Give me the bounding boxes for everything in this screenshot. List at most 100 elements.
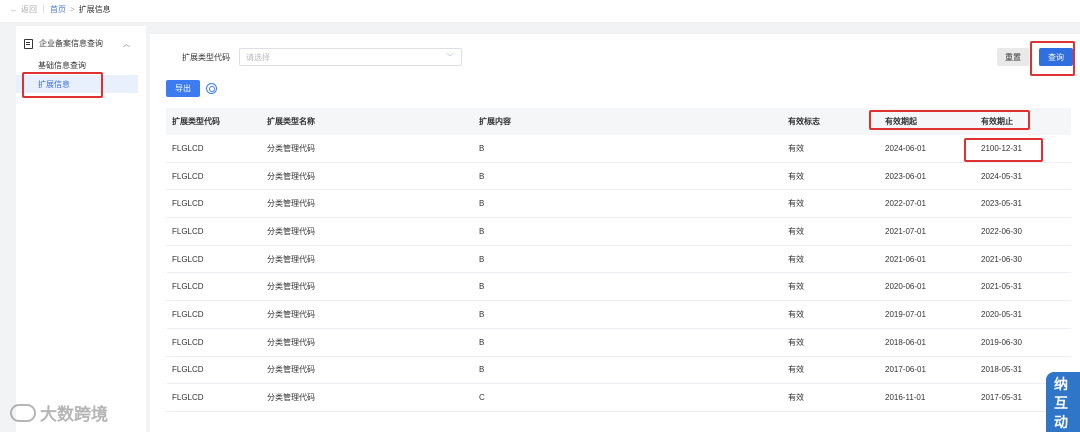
cell-valid-to: 2022-06-30 (981, 226, 1022, 236)
highlight-box (1030, 41, 1075, 76)
table-row: FLGLCD 分类管理代码 B 有效 2021-06-01 2021-06-30 (166, 246, 1071, 274)
table-row: FLGLCD 分类管理代码 B 有效 2023-06-01 2024-05-31 (166, 163, 1071, 191)
cell-content: B (479, 282, 485, 292)
main-panel: 扩展类型代码 请选择 ﹀ 重置 查询 导出 扩展类型代码 扩展类型名称 扩展内容… (150, 34, 1080, 432)
cell-type-name: 分类管理代码 (267, 282, 315, 292)
data-table: 扩展类型代码 扩展类型名称 扩展内容 有效标志 有效期起 有效期止 FLGLCD… (166, 108, 1071, 412)
cell-type-code: FLGLCD (172, 393, 204, 403)
chevron-down-icon: ﹀ (446, 53, 454, 62)
export-button[interactable]: 导出 (166, 80, 200, 97)
cell-content: B (479, 143, 485, 153)
header-type-code: 扩展类型代码 (172, 117, 220, 126)
highlight-box (964, 138, 1043, 162)
table-body: FLGLCD 分类管理代码 B 有效 2024-06-01 2100-12-31 FLGLC… (166, 135, 1071, 412)
filter-label: 扩展类型代码 (182, 53, 230, 62)
cell-valid-flag: 有效 (788, 171, 804, 181)
cell-valid-to: 2019-06-30 (981, 337, 1022, 347)
cell-valid-from: 2024-06-01 (885, 143, 926, 153)
cell-content: B (479, 226, 485, 236)
table-row: FLGLCD 分类管理代码 B 有效 2024-06-01 2100-12-31 (166, 135, 1071, 163)
table-row: FLGLCD 分类管理代码 B 有效 2017-06-01 2018-05-31 (166, 357, 1071, 385)
cell-type-code: FLGLCD (172, 226, 204, 236)
cell-content: B (479, 309, 485, 319)
cell-type-code: FLGLCD (172, 365, 204, 375)
cell-valid-flag: 有效 (788, 143, 804, 153)
menu-group-filing-query[interactable]: 企业备案信息查询 ︿ (24, 38, 130, 49)
settings-icon[interactable] (206, 83, 217, 94)
reset-button[interactable]: 重置 (997, 48, 1029, 66)
cell-valid-to: 2024-05-31 (981, 171, 1022, 181)
cell-valid-to: 2021-05-31 (981, 282, 1022, 292)
cell-type-name: 分类管理代码 (267, 254, 315, 264)
cell-valid-from: 2018-06-01 (885, 337, 926, 347)
corner-badge[interactable]: 纳互动 (1046, 372, 1080, 432)
cell-valid-flag: 有效 (788, 337, 804, 347)
cell-content: C (479, 393, 485, 403)
cell-type-code: FLGLCD (172, 282, 204, 292)
highlight-box (869, 110, 1030, 130)
cell-valid-from: 2021-07-01 (885, 226, 926, 236)
cell-valid-from: 2020-06-01 (885, 282, 926, 292)
cell-type-name: 分类管理代码 (267, 365, 315, 375)
watermark-logo-icon (10, 403, 36, 422)
cell-valid-from: 2016-11-01 (885, 393, 926, 403)
highlight-box (22, 72, 103, 98)
cell-valid-to: 2020-05-31 (981, 309, 1022, 319)
cell-valid-flag: 有效 (788, 365, 804, 375)
table-row: FLGLCD 分类管理代码 B 有效 2021-07-01 2022-06-30 (166, 218, 1071, 246)
cell-valid-from: 2019-07-01 (885, 309, 926, 319)
watermark-text: 大数跨境 (40, 405, 108, 424)
cell-type-name: 分类管理代码 (267, 226, 315, 236)
table-row: FLGLCD 分类管理代码 C 有效 2016-11-01 2017-05-31 (166, 384, 1071, 412)
cell-type-code: FLGLCD (172, 171, 204, 181)
cell-type-code: FLGLCD (172, 199, 204, 209)
table-row: FLGLCD 分类管理代码 B 有效 2022-07-01 2023-05-31 (166, 190, 1071, 219)
cell-content: B (479, 199, 485, 209)
breadcrumb-current: 扩展信息 (78, 4, 111, 14)
cell-valid-from: 2017-06-01 (885, 365, 926, 375)
table-row: FLGLCD 分类管理代码 B 有效 2020-06-01 2021-05-31 (166, 273, 1071, 302)
cell-content: B (479, 337, 485, 347)
cell-type-name: 分类管理代码 (267, 143, 315, 153)
cell-type-name: 分类管理代码 (267, 171, 315, 181)
cell-valid-flag: 有效 (788, 226, 804, 236)
document-icon (24, 38, 33, 49)
chevron-up-icon: ︿ (123, 40, 130, 48)
menu-group-label: 企业备案信息查询 (39, 39, 103, 48)
cell-valid-to: 2018-05-31 (981, 365, 1022, 375)
breadcrumb-home[interactable]: 首页 (50, 4, 66, 15)
cell-valid-flag: 有效 (788, 254, 804, 264)
extension-type-select[interactable]: 请选择 ﹀ (239, 48, 462, 66)
cell-type-code: FLGLCD (172, 254, 204, 264)
cell-content: B (479, 171, 485, 181)
back-label: 返回 (21, 4, 37, 14)
cell-content: B (479, 365, 485, 375)
cell-type-name: 分类管理代码 (267, 199, 315, 209)
table-row: FLGLCD 分类管理代码 B 有效 2019-07-01 2020-05-31 (166, 301, 1071, 329)
table-row: FLGLCD 分类管理代码 B 有效 2018-06-01 2019-06-30 (166, 329, 1071, 357)
cell-valid-from: 2021-06-01 (885, 254, 926, 264)
cell-type-name: 分类管理代码 (267, 393, 315, 403)
select-placeholder: 请选择 (246, 52, 270, 62)
cell-valid-flag: 有效 (788, 309, 804, 319)
cell-valid-to: 2017-05-31 (981, 393, 1022, 403)
watermark: 大数跨境 (10, 400, 108, 425)
back-button[interactable]: ← 返回 (10, 4, 37, 15)
cell-valid-from: 2023-06-01 (885, 171, 926, 181)
cell-valid-from: 2022-07-01 (885, 199, 926, 209)
sidebar-item-label: 基础信息查询 (38, 60, 86, 70)
cell-type-name: 分类管理代码 (267, 309, 315, 319)
cell-type-name: 分类管理代码 (267, 337, 315, 347)
breadcrumb-separator: > (70, 4, 75, 14)
top-bar: ← 返回 首页 > 扩展信息 (0, 0, 1080, 18)
cell-valid-flag: 有效 (788, 282, 804, 292)
arrow-left-icon: ← (10, 4, 18, 14)
cell-type-code: FLGLCD (172, 143, 204, 153)
cell-valid-flag: 有效 (788, 393, 804, 403)
cell-type-code: FLGLCD (172, 309, 204, 319)
cell-type-code: FLGLCD (172, 337, 204, 347)
divider (43, 5, 44, 13)
header-type-name: 扩展类型名称 (267, 117, 315, 126)
cell-content: B (479, 254, 485, 264)
header-content: 扩展内容 (479, 117, 511, 126)
